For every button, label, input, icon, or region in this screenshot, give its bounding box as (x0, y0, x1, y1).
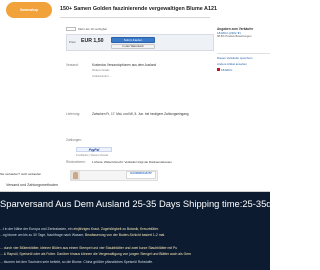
delivery-value: Zwischen Fr, 17. Mai. und Mi, 5. Jun. be… (92, 112, 189, 116)
save-seller-link[interactable]: Diesen Verkäufer speichern (217, 56, 253, 60)
price-label: Preis: (69, 40, 77, 44)
buyer-protection-label: KÄUFERSCHUTZ (130, 172, 152, 175)
payment-label: Zahlungen: (66, 138, 82, 142)
returns-label: Rücknahmen: (66, 160, 86, 164)
shipping-value: Kostenlos Versandoptionen aus dem Auslan… (92, 63, 157, 67)
add-to-cart-button[interactable]: In den Warenkorb (111, 44, 155, 49)
description-highlight: Bewässerung von der Boden-Schicht basier… (85, 233, 166, 237)
title-divider (60, 17, 210, 18)
listing-title: 150+ Samen Golden faszinierende vergewal… (60, 6, 217, 12)
payment-details-link[interactable]: Kreditkarte | Weitere Details (76, 154, 108, 157)
store-icon (217, 68, 220, 71)
description-text: ...ng blume um bis zu 30 Tage, Nachfrage… (0, 233, 85, 237)
delivery-label: Lieferung: (66, 112, 81, 116)
description-line-5: ... blumen bei den Touristen sehr belieb… (0, 260, 154, 264)
buyer-protection-badge: KÄUFERSCHUTZ (126, 171, 156, 179)
description-line-3: ... durch vier Blütenblätter, kleinen Bl… (0, 246, 178, 250)
paypal-logo: PayPal (88, 147, 100, 152)
other-items-link[interactable]: Andere Artikel ansehen (217, 62, 247, 66)
buy-now-button[interactable]: Sofort-Kaufen (111, 37, 155, 43)
paypal-badge: PayPal (76, 147, 112, 152)
description-line-4: ... & Rapsöl, Speiseöl oder als Futter. … (0, 252, 191, 256)
quantity-input[interactable] (66, 27, 76, 31)
seller-rating: 98.8% Positive Bewertungen (217, 35, 252, 38)
shipping-label: Versand: (66, 63, 79, 67)
shop-logo[interactable]: Samenshop (6, 2, 52, 18)
ad-person-icon (73, 172, 78, 179)
item-location: Artikelstandort: ... (92, 75, 113, 78)
description-title: Sparversand Aus Dem Ausland 25-35 Days S… (0, 198, 287, 209)
seller-panel: Angaben zum Verkäufer 18426tm (2302 ★) 9… (217, 27, 270, 50)
description-text: ...t in der Nähe der Europa und Zentrala… (0, 227, 74, 231)
shipping-details-link[interactable]: Weitere Details (92, 69, 110, 72)
description-highlight: einjähriges Kraut. Zugehörigkeit zu Bota… (73, 227, 159, 231)
seller-store-link[interactable]: 18426tm (221, 68, 232, 72)
description-line-2: ...ng blume um bis zu 30 Tage, Nachfrage… (0, 232, 165, 237)
price-value: EUR 1,50 (81, 38, 104, 44)
seller-divider (217, 53, 270, 54)
description-line-1: ...t in der Nähe der Europa und Zentrala… (0, 226, 159, 231)
sell-now-link[interactable]: Sie verkaufen? Jetzt verkaufen (0, 172, 41, 176)
returns-value: 1 Monat. Widerrufsrecht: Verkäufer trägt… (92, 160, 172, 164)
tab-shipping-payment[interactable]: Versand und Zahlungsmethoden (6, 183, 58, 187)
quantity-available: Mehr als 10 verfügbar (78, 27, 108, 31)
